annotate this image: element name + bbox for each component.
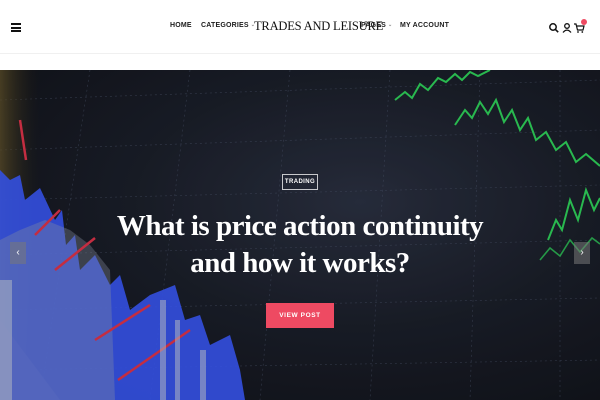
site-header: HOME CATEGORIES ⌄ TRADES AND LEISURE PAGE… — [0, 0, 600, 54]
hero-slider: TRADING What is price action continuity … — [0, 70, 600, 400]
view-post-button[interactable]: VIEW POST — [266, 303, 334, 328]
nav-home[interactable]: HOME — [170, 22, 192, 29]
search-icon[interactable] — [548, 21, 560, 33]
slider-prev-arrow-icon[interactable]: ‹ — [10, 242, 26, 264]
user-icon[interactable] — [561, 21, 573, 33]
category-tag-trading[interactable]: TRADING — [282, 174, 318, 190]
nav-categories[interactable]: CATEGORIES ⌄ — [201, 22, 255, 29]
post-headline[interactable]: What is price action continuity and how … — [100, 208, 500, 282]
hamburger-menu-icon[interactable] — [11, 23, 21, 32]
post-headline-line-2: and how it works? — [190, 247, 410, 279]
cart-count-badge — [581, 19, 587, 25]
nav-pages[interactable]: PAGES ⌄ — [361, 22, 392, 29]
chevron-down-icon: ⌄ — [388, 22, 393, 28]
nav-my-account[interactable]: MY ACCOUNT — [400, 22, 449, 29]
post-headline-line-1: What is price action continuity — [116, 210, 484, 242]
nav-pages-label: PAGES — [361, 22, 386, 29]
slider-next-arrow-icon[interactable]: › — [574, 242, 590, 264]
nav-categories-label: CATEGORIES — [201, 22, 249, 29]
